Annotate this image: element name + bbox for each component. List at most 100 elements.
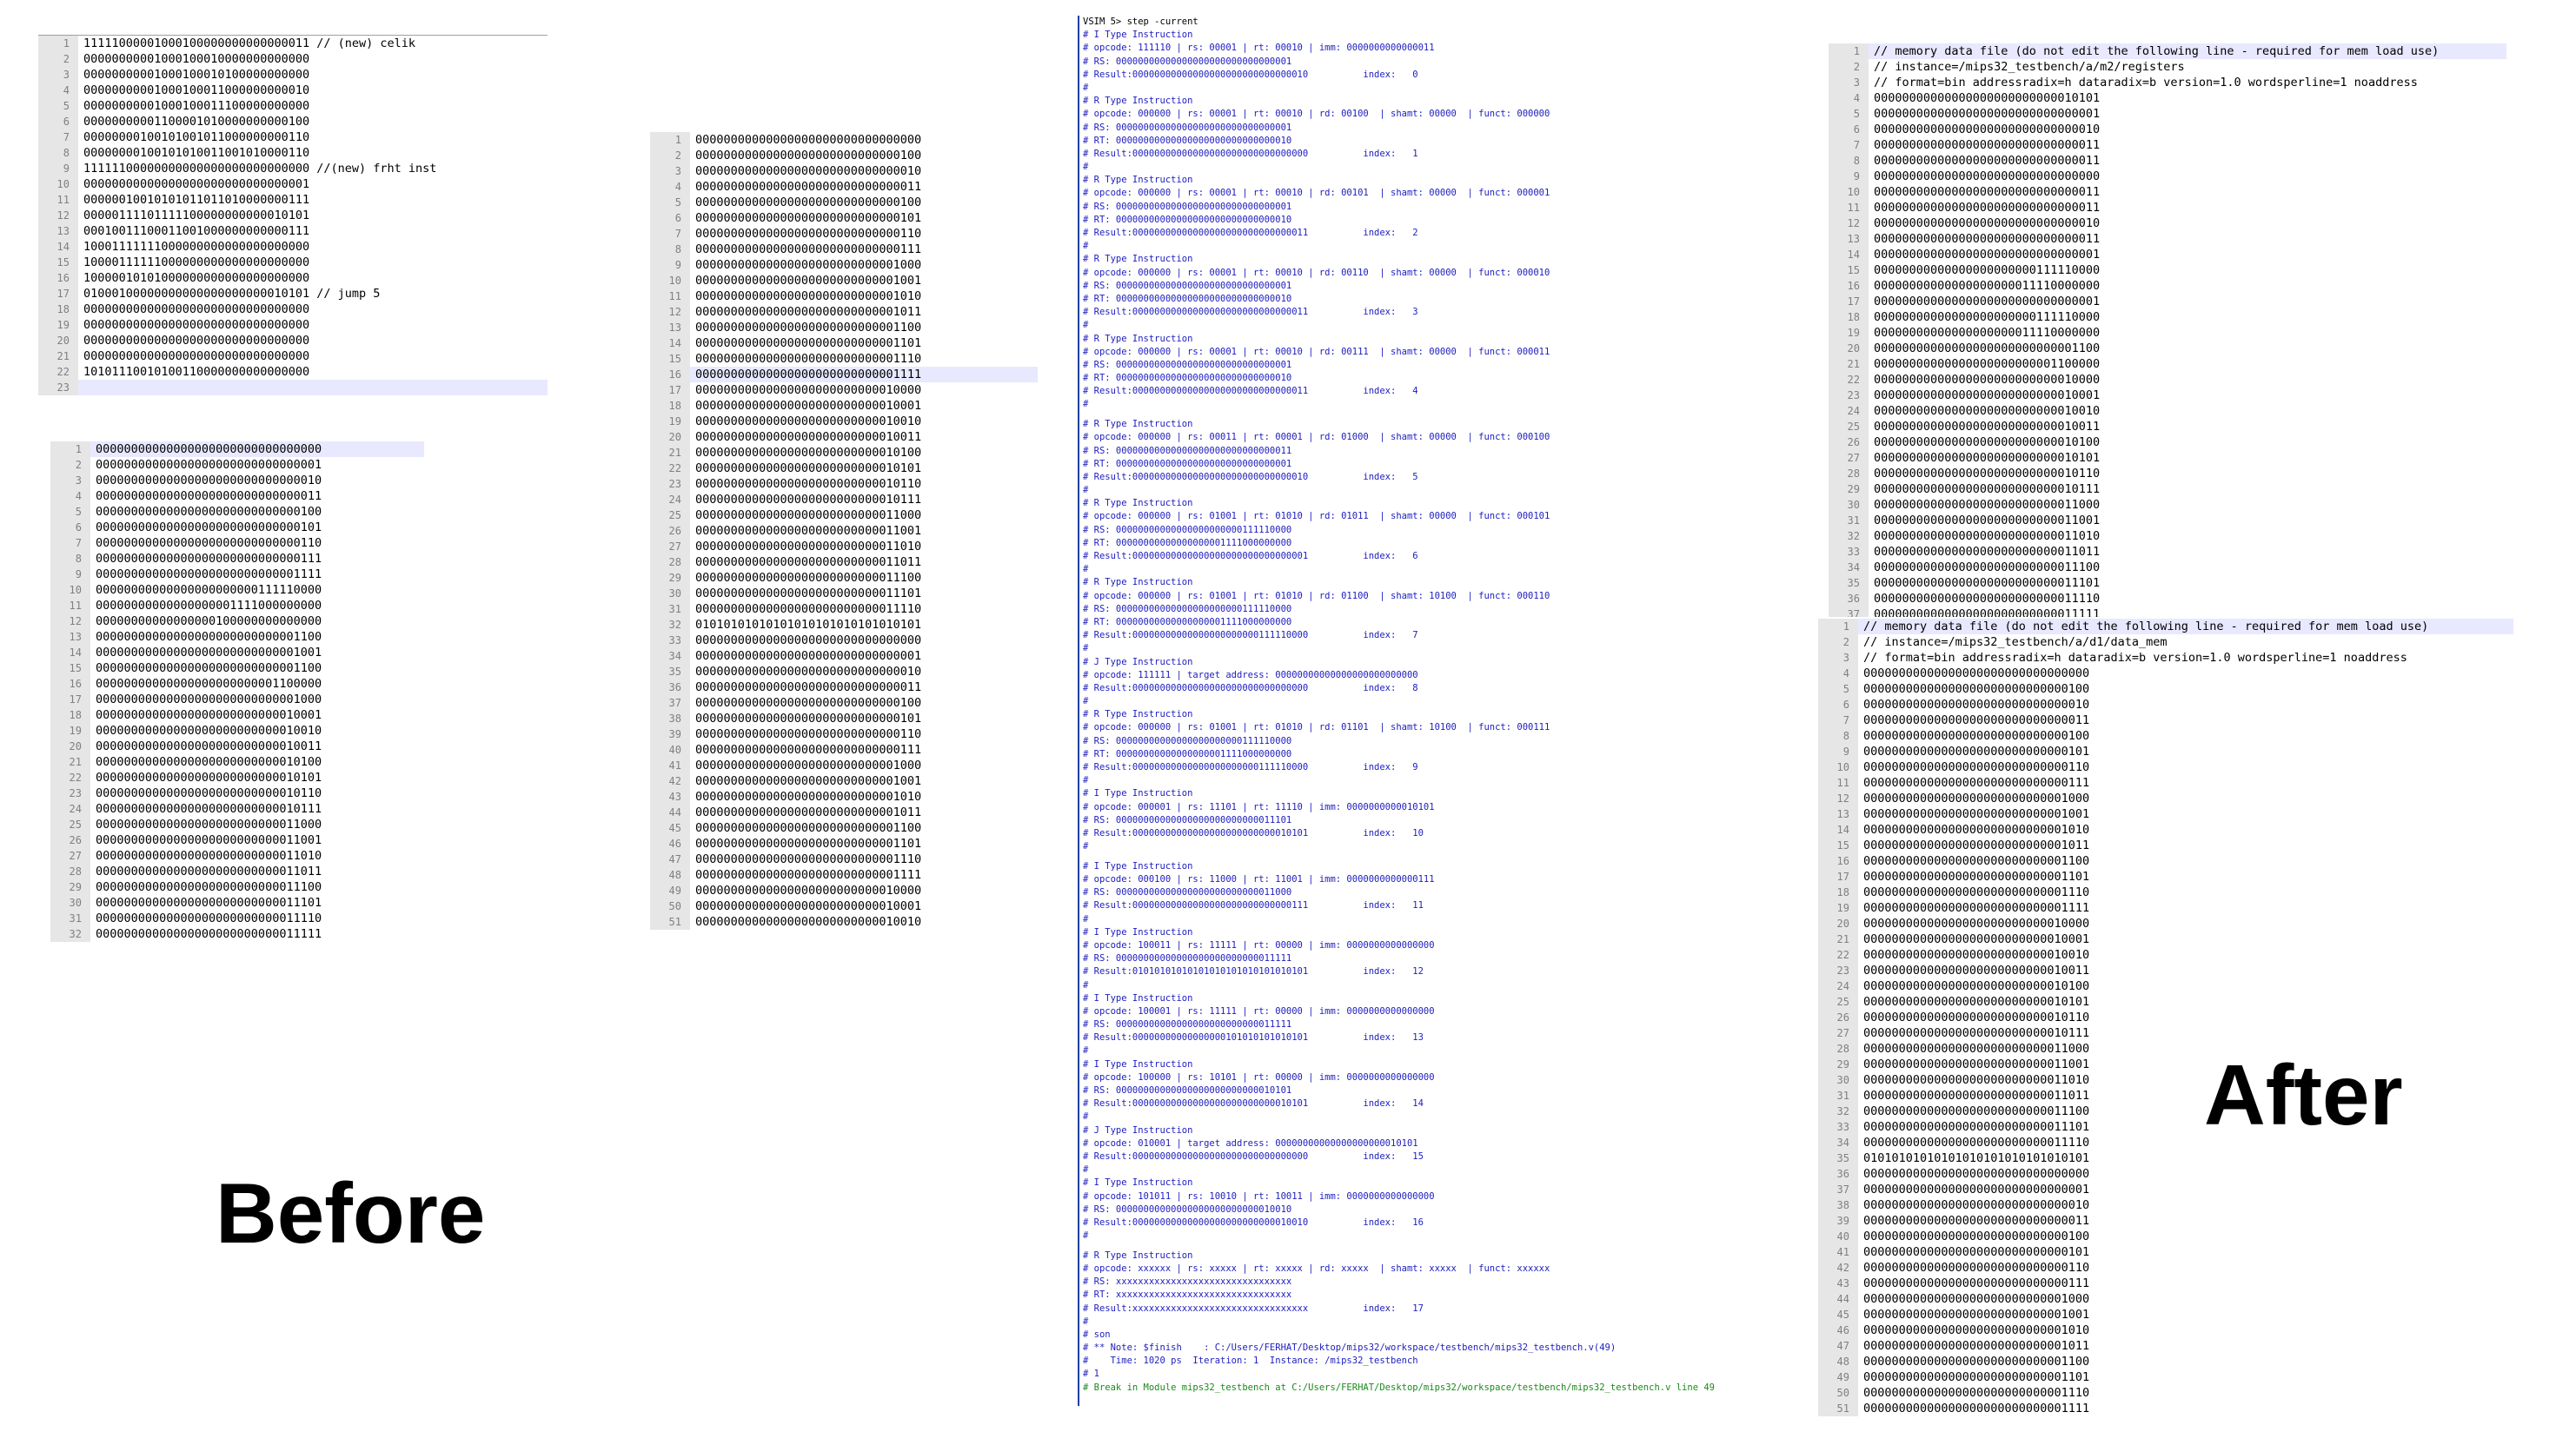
editor-line[interactable]: 36 00000000000000000000000000011110 xyxy=(1829,591,2506,607)
editor-line[interactable]: 36 00000000000000000000000000000011 xyxy=(650,680,1038,695)
simulator-transcript[interactable]: VSIM 5> step -current # I Type Instructio… xyxy=(1078,16,1783,1406)
editor-line[interactable]: 30 00000000000000000000000000011101 xyxy=(650,586,1038,601)
editor-line[interactable]: 16 00000000000000000000000000001111 xyxy=(650,367,1038,382)
editor-line[interactable]: 16 00000000000000000000000000001100 xyxy=(1818,853,2513,869)
editor-line[interactable]: 47 00000000000000000000000000001110 xyxy=(650,852,1038,867)
editor-line[interactable]: 6 00000000000000000000000000000101 xyxy=(650,210,1038,226)
editor-line[interactable]: 12 00000000000000000000000000001000 xyxy=(1818,791,2513,806)
editor-line[interactable]: 11 00000000000000000000000000000111 xyxy=(1818,775,2513,791)
editor-line[interactable]: 4 00000000000000000000000000000000 xyxy=(1818,666,2513,681)
editor-line[interactable]: 20 00000000000000000000000000000000 xyxy=(38,333,548,348)
editor-line[interactable]: 43 00000000000000000000000000000111 xyxy=(1818,1276,2513,1291)
editor-line[interactable]: 13 00000000000000000000000000000011 xyxy=(1829,231,2506,247)
editor-line[interactable]: 15 00000000000000000000000111110000 xyxy=(1829,262,2506,278)
editor-line[interactable]: 7 00000000000000000000000000000110 xyxy=(650,226,1038,242)
editor-line[interactable]: 9 00000000000000000000000000000000 xyxy=(1829,169,2506,184)
editor-line[interactable]: 21 00000000000000000000000000010100 xyxy=(50,754,424,770)
editor-line[interactable]: 15 00000000000000000000000000001100 xyxy=(50,660,424,676)
editor-line[interactable]: 9 00000000000000000000000000000101 xyxy=(1818,744,2513,759)
editor-line[interactable]: 3 00000000000000000000000000000010 xyxy=(50,473,424,488)
editor-line[interactable]: 17 00000000000000000000000000001000 xyxy=(50,692,424,707)
editor-line[interactable]: 25 00000000000000000000000000011000 xyxy=(50,817,424,832)
editor-line[interactable]: 13 00000000000000000000000000001100 xyxy=(650,320,1038,335)
data-memory-after-editor[interactable]: 1// memory data file (do not edit the fo… xyxy=(1818,619,2513,1432)
editor-line[interactable]: 32 00000000000000000000000000011010 xyxy=(1829,528,2506,544)
editor-line[interactable]: 20 00000000000000000000000000001100 xyxy=(1829,341,2506,356)
editor-line[interactable]: 40 00000000000000000000000000000100 xyxy=(1818,1229,2513,1244)
editor-line[interactable]: 10 00000000000000000000000000000110 xyxy=(1818,759,2513,775)
editor-line[interactable]: 42 00000000000000000000000000000110 xyxy=(1818,1260,2513,1276)
editor-line[interactable]: 51 00000000000000000000000000010010 xyxy=(650,914,1038,930)
editor-line[interactable]: 26 00000000000000000000000000010110 xyxy=(1818,1010,2513,1025)
editor-line[interactable]: 35 00000000000000000000000000000010 xyxy=(650,664,1038,680)
editor-line[interactable]: 26 00000000000000000000000000010100 xyxy=(1829,434,2506,450)
editor-line[interactable]: 29 00000000000000000000000000011100 xyxy=(50,879,424,895)
editor-line[interactable]: 1 00000000000000000000000000000000 xyxy=(650,132,1038,148)
editor-line[interactable]: 9 00000000000000000000000000001000 xyxy=(650,257,1038,273)
editor-line[interactable]: 6 00000000000000000000000000000010 xyxy=(1829,122,2506,137)
editor-line[interactable]: 11 00000000000000000000000000000011 xyxy=(1829,200,2506,215)
editor-line[interactable]: 5 00000000000000000000000000000100 xyxy=(1818,681,2513,697)
editor-line[interactable]: 19 00000000000000000000011110000000 xyxy=(1829,325,2506,341)
editor-line[interactable]: 33 00000000000000000000000000000000 xyxy=(650,633,1038,648)
editor-line[interactable]: 20 00000000000000000000000000010011 xyxy=(650,429,1038,445)
editor-line[interactable]: 28 00000000000000000000000000010110 xyxy=(1829,466,2506,481)
editor-line[interactable]: 22 00000000000000000000000000010101 xyxy=(650,461,1038,476)
registers-before-editor[interactable]: 1 00000000000000000000000000000000 2 000000… xyxy=(50,441,424,954)
editor-line[interactable]: 13 00000000000000000000000000001001 xyxy=(1818,806,2513,822)
editor-line[interactable]: 29 00000000000000000000000000011001 xyxy=(1818,1057,2513,1072)
editor-line[interactable]: 18 00000000000000000000000000000000 xyxy=(38,302,548,317)
editor-line[interactable]: 22 00000000000000000000000000010010 xyxy=(1818,947,2513,963)
editor-line[interactable]: 14 00000000000000000000000000001010 xyxy=(1818,822,2513,838)
editor-line[interactable]: 45 00000000000000000000000000001001 xyxy=(1818,1307,2513,1323)
editor-line[interactable]: 23 00000000000000000000000000010110 xyxy=(650,476,1038,492)
editor-line[interactable]: 13 00000000000000000000000000001100 xyxy=(50,629,424,645)
editor-line[interactable]: 21 00000000000000000000000000000000 xyxy=(38,348,548,364)
editor-line[interactable]: 27 00000000000000000000000000010111 xyxy=(1818,1025,2513,1041)
editor-line[interactable]: 23 00000000000000000000000000010110 xyxy=(50,786,424,801)
editor-line[interactable]: 18 00000000000000000000000000010001 xyxy=(50,707,424,723)
editor-line[interactable]: 47 00000000000000000000000000001011 xyxy=(1818,1338,2513,1354)
editor-line[interactable]: 4 00000000000000000000000000000011 xyxy=(650,179,1038,195)
editor-line[interactable]: 12 00000000000000000100000000000000 xyxy=(50,613,424,629)
editor-line[interactable]: 2 00000000001000100010000000000000 xyxy=(38,51,548,67)
editor-line[interactable]: 33 00000000000000000000000000011011 xyxy=(1829,544,2506,560)
editor-line[interactable]: 8 00000000100101010011001010000110 xyxy=(38,145,548,161)
editor-line[interactable]: 41 00000000000000000000000000000101 xyxy=(1818,1244,2513,1260)
editor-line[interactable]: 11 00000000000000000001111000000000 xyxy=(50,598,424,613)
editor-line[interactable]: 36 00000000000000000000000000000000 xyxy=(1818,1166,2513,1182)
editor-line[interactable]: 32 01010101010101010101010101010101 xyxy=(650,617,1038,633)
editor-line[interactable]: 6 00000000000000000000000000000010 xyxy=(1818,697,2513,713)
editor-line[interactable]: 1 11111000001000100000000000000011 // (ne… xyxy=(38,36,548,51)
editor-line[interactable]: 15 00000000000000000000000000001110 xyxy=(650,351,1038,367)
editor-line[interactable]: 10 00000000000000000000000000000001 xyxy=(38,176,548,192)
editor-line[interactable]: 6 00000000001100001010000000000100 xyxy=(38,114,548,129)
editor-line[interactable]: 14 00000000000000000000000000000001 xyxy=(1829,247,2506,262)
editor-line[interactable]: 16 00000000000000000000000001100000 xyxy=(50,676,424,692)
editor-line[interactable]: 7 00000000100101001011000000000110 xyxy=(38,129,548,145)
editor-line[interactable]: 15 10000111111000000000000000000000 xyxy=(38,255,548,270)
editor-line[interactable]: 19 00000000000000000000000000010010 xyxy=(50,723,424,739)
editor-line[interactable]: 5 00000000000000000000000000000001 xyxy=(1829,106,2506,122)
editor-line[interactable]: 5 00000000001000100011100000000000 xyxy=(38,98,548,114)
editor-line[interactable]: 31 00000000000000000000000000011001 xyxy=(1829,513,2506,528)
editor-line[interactable]: 24 00000000000000000000000000010111 xyxy=(650,492,1038,507)
editor-line[interactable]: 30 00000000000000000000000000011000 xyxy=(1829,497,2506,513)
editor-line[interactable]: 20 00000000000000000000000000010000 xyxy=(1818,916,2513,931)
editor-line[interactable]: 2 00000000000000000000000000000001 xyxy=(50,457,424,473)
editor-line[interactable]: 19 00000000000000000000000000001111 xyxy=(1818,900,2513,916)
editor-line[interactable]: 4 00000000000000000000000000000011 xyxy=(50,488,424,504)
editor-line[interactable]: 10 00000000000000000000000111110000 xyxy=(50,582,424,598)
editor-line[interactable]: 16 00000000000000000000011110000000 xyxy=(1829,278,2506,294)
editor-line[interactable]: 4 00000000000000000000000000010101 xyxy=(1829,90,2506,106)
editor-line[interactable]: 51 00000000000000000000000000001111 xyxy=(1818,1401,2513,1416)
editor-line[interactable]: 17 00000000000000000000000000000001 xyxy=(1829,294,2506,309)
editor-line[interactable]: 37 00000000000000000000000000000001 xyxy=(1818,1182,2513,1197)
editor-line[interactable]: 22 00000000000000000000000000010000 xyxy=(1829,372,2506,388)
editor-line[interactable]: 13 00010011100011001000000000000111 xyxy=(38,223,548,239)
editor-line[interactable]: 2 // instance=/mips32_testbench/a/d1/data… xyxy=(1818,634,2513,650)
editor-line[interactable]: 42 00000000000000000000000000001001 xyxy=(650,773,1038,789)
editor-line[interactable]: 12 00000111101111100000000000010101 xyxy=(38,208,548,223)
editor-line[interactable]: 1 00000000000000000000000000000000 xyxy=(50,441,424,457)
editor-line[interactable]: 25 00000000000000000000000000010011 xyxy=(1829,419,2506,434)
